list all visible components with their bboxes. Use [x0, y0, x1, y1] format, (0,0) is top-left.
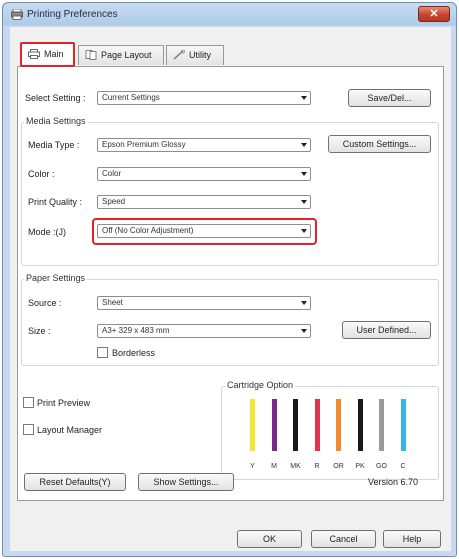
layout-manager-label: Layout Manager: [37, 425, 103, 435]
print-quality-label: Print Quality :: [28, 197, 83, 207]
media-type-label: Media Type :: [28, 140, 80, 150]
tab-utility[interactable]: Utility: [166, 45, 224, 65]
print-preview-checkbox[interactable]: [23, 397, 34, 408]
ok-button[interactable]: OK: [237, 530, 302, 548]
media-settings-title: Media Settings: [24, 116, 88, 126]
size-value: A3+ 329 x 483 mm: [102, 326, 170, 335]
ink-label-go: GO: [376, 463, 387, 470]
ink-label-mk: MK: [290, 463, 301, 470]
select-setting-value: Current Settings: [102, 93, 160, 102]
ink-cartridge-or: [336, 399, 341, 451]
window-title: Printing Preferences: [27, 9, 118, 20]
ink-cartridge-r: [314, 399, 320, 451]
cartridge-option-title: Cartridge Option: [225, 380, 296, 390]
ink-cartridge-mk: [293, 399, 298, 451]
tab-utility-label: Utility: [189, 50, 211, 60]
printer-icon: [28, 49, 40, 59]
paper-settings-title: Paper Settings: [24, 273, 88, 283]
source-label: Source :: [28, 298, 62, 308]
main-tab-panel: Select Setting : Current Settings Save/D…: [17, 66, 444, 501]
chevron-down-icon: [301, 96, 307, 100]
ink-label-or: OR: [333, 463, 344, 470]
reset-defaults-button[interactable]: Reset Defaults(Y): [24, 473, 126, 491]
chevron-down-icon: [301, 329, 307, 333]
user-defined-button[interactable]: User Defined...: [342, 321, 431, 339]
close-button[interactable]: ✕: [418, 6, 450, 22]
chevron-down-icon: [301, 301, 307, 305]
ink-cartridge-pk: [357, 399, 363, 451]
select-setting-label: Select Setting :: [25, 93, 86, 103]
help-button[interactable]: Help: [383, 530, 441, 548]
chevron-down-icon: [301, 229, 307, 233]
show-settings-button[interactable]: Show Settings...: [138, 473, 234, 491]
size-label: Size :: [28, 326, 51, 336]
mode-value: Off (No Color Adjustment): [102, 226, 194, 235]
borderless-checkbox[interactable]: [97, 347, 108, 358]
save-del-button[interactable]: Save/Del...: [348, 89, 431, 107]
print-quality-dropdown[interactable]: Speed: [97, 195, 311, 209]
source-value: Sheet: [102, 298, 123, 307]
ink-cartridge-y: [250, 399, 255, 451]
mode-label: Mode :(J): [28, 227, 67, 237]
title-bar[interactable]: Printing Preferences ✕: [3, 3, 456, 27]
ink-label-y: Y: [250, 463, 255, 470]
chevron-down-icon: [301, 172, 307, 176]
chevron-down-icon: [301, 200, 307, 204]
media-type-dropdown[interactable]: Epson Premium Glossy: [97, 138, 311, 152]
ink-label-r: R: [314, 463, 320, 470]
ink-cartridges: [242, 395, 422, 451]
printer-icon: [11, 9, 23, 20]
print-preview-label: Print Preview: [37, 398, 91, 408]
utility-icon: [173, 50, 185, 60]
ink-cartridge-m: [271, 399, 277, 451]
select-setting-dropdown[interactable]: Current Settings: [97, 91, 311, 105]
cancel-button[interactable]: Cancel: [311, 530, 376, 548]
size-dropdown[interactable]: A3+ 329 x 483 mm: [97, 324, 311, 338]
source-dropdown[interactable]: Sheet: [97, 296, 311, 310]
color-label: Color :: [28, 169, 55, 179]
borderless-label: Borderless: [112, 348, 156, 358]
ink-label-c: C: [400, 463, 406, 470]
version-label: Version 6.70: [368, 477, 419, 487]
tab-page-layout[interactable]: Page Layout: [78, 45, 164, 65]
ink-cartridge-c: [400, 399, 406, 451]
cartridge-option-group: Y M MK R OR PK GO C: [221, 386, 439, 480]
tab-main-label: Main: [44, 49, 64, 59]
ink-cartridge-go: [379, 399, 384, 451]
mode-dropdown[interactable]: Off (No Color Adjustment): [97, 224, 311, 238]
ink-labels: Y M MK R OR PK GO C: [242, 463, 422, 475]
tab-main[interactable]: Main: [20, 42, 75, 67]
printing-preferences-window: Printing Preferences ✕ Main Page Layout: [2, 2, 457, 557]
color-dropdown[interactable]: Color: [97, 167, 311, 181]
tab-page-layout-label: Page Layout: [101, 50, 152, 60]
custom-settings-button[interactable]: Custom Settings...: [328, 135, 431, 153]
print-quality-value: Speed: [102, 197, 126, 206]
close-icon: ✕: [429, 8, 439, 20]
layout-manager-checkbox[interactable]: [23, 424, 34, 435]
media-type-value: Epson Premium Glossy: [102, 140, 186, 149]
ink-label-pk: PK: [355, 463, 365, 470]
dialog-client: Main Page Layout Utility Select Setting …: [10, 27, 451, 551]
color-value: Color: [102, 169, 122, 178]
ink-label-m: M: [271, 463, 277, 470]
chevron-down-icon: [301, 143, 307, 147]
page-layout-icon: [85, 50, 97, 60]
